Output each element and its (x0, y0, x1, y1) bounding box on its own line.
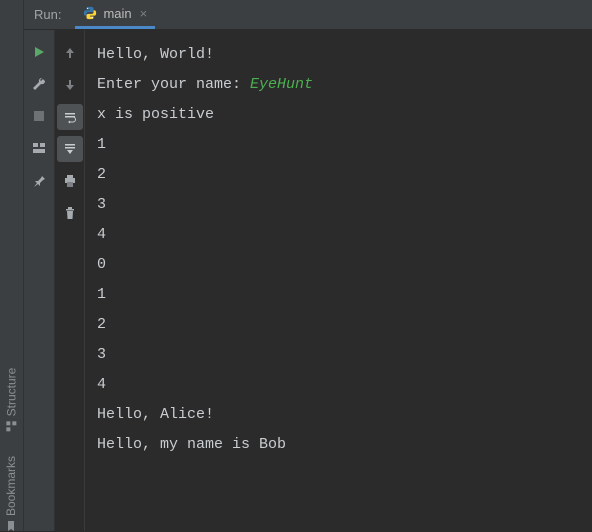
print-icon (63, 174, 77, 188)
console-line: Hello, Alice! (97, 400, 580, 430)
structure-label: Structure (5, 368, 19, 417)
console-line: 2 (97, 310, 580, 340)
bookmark-icon (6, 520, 18, 532)
prompt-text: Enter your name: (97, 76, 250, 93)
layout-icon (32, 141, 46, 155)
scroll-to-end-button[interactable] (57, 136, 83, 162)
stop-button[interactable] (27, 104, 51, 128)
user-input-text: EyeHunt (250, 76, 313, 93)
run-panel: Run: main × (24, 0, 592, 531)
wrench-icon (32, 77, 46, 91)
run-tab-bar: Run: main × (24, 0, 592, 30)
console-prompt-line: Enter your name: EyeHunt (97, 70, 580, 100)
console-line: 2 (97, 160, 580, 190)
tab-main[interactable]: main × (75, 0, 155, 29)
rerun-button[interactable] (27, 40, 51, 64)
scroll-end-icon (63, 142, 77, 156)
bookmarks-tool-button[interactable]: Bookmarks (5, 456, 19, 532)
arrow-down-icon (63, 78, 77, 92)
run-body: Hello, World!Enter your name: EyeHuntx i… (24, 30, 592, 531)
layout-button[interactable] (27, 136, 51, 160)
console-line: Hello, World! (97, 40, 580, 70)
console-line: 1 (97, 130, 580, 160)
console-line: 4 (97, 370, 580, 400)
soft-wrap-button[interactable] (57, 104, 83, 130)
python-icon (83, 6, 97, 20)
console-nav-toolbar (54, 30, 84, 531)
up-button[interactable] (57, 40, 83, 66)
console-line: 4 (97, 220, 580, 250)
console-line: Hello, my name is Bob (97, 430, 580, 460)
run-label: Run: (34, 7, 61, 22)
console-line: 1 (97, 280, 580, 310)
play-icon (32, 45, 46, 59)
tab-label: main (103, 6, 131, 21)
down-button[interactable] (57, 72, 83, 98)
run-toolbar (24, 30, 54, 531)
print-button[interactable] (57, 168, 83, 194)
bookmarks-label: Bookmarks (5, 456, 19, 516)
structure-icon (6, 420, 18, 432)
pin-icon (32, 173, 46, 187)
sidebar-tool-strip: Structure Bookmarks (0, 0, 24, 531)
stop-icon (33, 110, 45, 122)
trash-icon (63, 206, 77, 220)
arrow-up-icon (63, 46, 77, 60)
close-tab-button[interactable]: × (140, 6, 148, 21)
console-line: 3 (97, 190, 580, 220)
pin-button[interactable] (27, 168, 51, 192)
console-line: x is positive (97, 100, 580, 130)
delete-button[interactable] (57, 200, 83, 226)
soft-wrap-icon (63, 110, 77, 124)
settings-button[interactable] (27, 72, 51, 96)
console-output[interactable]: Hello, World!Enter your name: EyeHuntx i… (84, 30, 592, 531)
structure-tool-button[interactable]: Structure (5, 368, 19, 433)
console-line: 0 (97, 250, 580, 280)
console-line: 3 (97, 340, 580, 370)
